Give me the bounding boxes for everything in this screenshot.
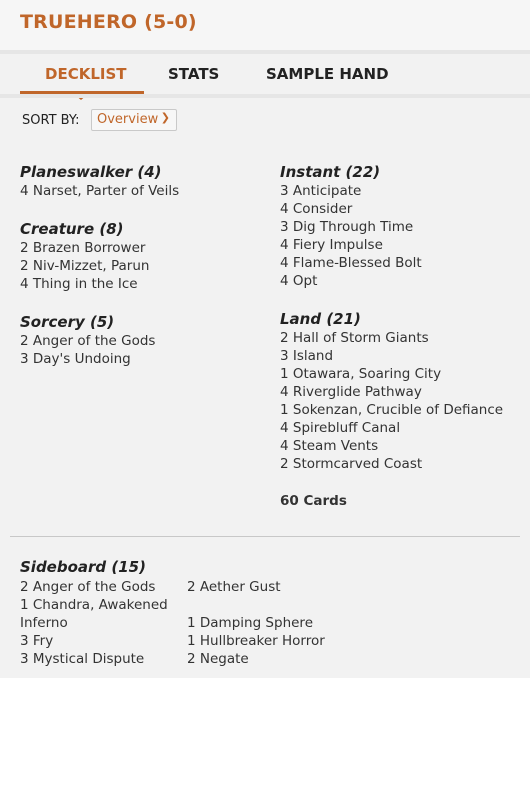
divider [0,94,530,98]
tab-sample-hand[interactable]: SAMPLE HAND [266,65,389,83]
card-row[interactable]: 4 Thing in the Ice [20,275,270,293]
decklist-left-column: Planeswalker (4) 4 Narset, Parter of Vei… [20,162,270,368]
chevron-down-icon: ❯ [160,111,170,124]
card-row[interactable]: 3 Dig Through Time [280,218,525,236]
card-row[interactable]: 1 Sokenzan, Crucible of Defiance [280,401,525,419]
card-row[interactable]: 2 Niv-Mizzet, Parun [20,257,270,275]
card-row[interactable]: 4 Riverglide Pathway [280,383,525,401]
card-row[interactable]: 3 Island [280,347,525,365]
card-row[interactable]: 4 Consider [280,200,525,218]
tab-bar: DECKLIST STATS SAMPLE HAND [0,54,530,100]
card-row[interactable]: 2 Negate [187,650,347,668]
card-row[interactable]: 1 Hullbreaker Horror [187,632,347,650]
card-row[interactable]: 4 Fiery Impulse [280,236,525,254]
sort-select-value: Overview [97,112,159,127]
sort-select[interactable]: Overview ❯ [91,109,177,131]
card-row[interactable]: 4 Opt [280,272,525,290]
sort-label: SORT BY: [22,113,80,128]
card-row[interactable]: 2 Anger of the Gods [20,578,180,596]
card-total: 60 Cards [280,493,347,509]
tab-stats[interactable]: STATS [168,65,219,83]
card-row[interactable]: 2 Brazen Borrower [20,239,270,257]
card-row[interactable]: 1 Damping Sphere [187,614,347,632]
header: TRUEHERO (5-0) [0,0,530,50]
card-row[interactable]: 4 Flame-Blessed Bolt [280,254,525,272]
card-row[interactable]: 2 Stormcarved Coast [280,455,525,473]
card-row[interactable]: 2 Hall of Storm Giants [280,329,525,347]
card-row[interactable]: 1 Otawara, Soaring City [280,365,525,383]
decklist-right-column: Instant (22) 3 Anticipate 4 Consider 3 D… [280,162,525,510]
card-row[interactable]: 2 Anger of the Gods [20,332,270,350]
sideboard-column-1: 2 Anger of the Gods 1 Chandra, Awakened … [20,578,180,668]
tab-decklist[interactable]: DECKLIST [45,65,127,83]
section-title: Creature (8) [20,220,124,238]
divider [10,536,520,537]
card-row[interactable]: 3 Anticipate [280,182,525,200]
deck-title: TRUEHERO (5-0) [20,11,197,33]
section-title: Land (21) [280,310,361,328]
sideboard-title: Sideboard (15) [20,558,146,576]
card-row[interactable]: 1 Chandra, Awakened Inferno [20,596,180,632]
section-title: Sorcery (5) [20,313,115,331]
card-row[interactable]: 3 Mystical Dispute [20,650,180,668]
section-title: Planeswalker (4) [20,163,162,181]
card-row[interactable]: 4 Narset, Parter of Veils [20,182,270,200]
card-row[interactable]: 3 Fry [20,632,180,650]
card-row[interactable]: 3 Day's Undoing [20,350,270,368]
sideboard-column-2: 2 Aether Gust 1 Damping Sphere 1 Hullbre… [187,578,347,668]
card-row[interactable]: 4 Steam Vents [280,437,525,455]
card-row[interactable]: 2 Aether Gust [187,578,347,596]
decklist-panel: TRUEHERO (5-0) DECKLIST STATS SAMPLE HAN… [0,0,530,678]
card-row[interactable]: 4 Spirebluff Canal [280,419,525,437]
section-title: Instant (22) [280,163,381,181]
